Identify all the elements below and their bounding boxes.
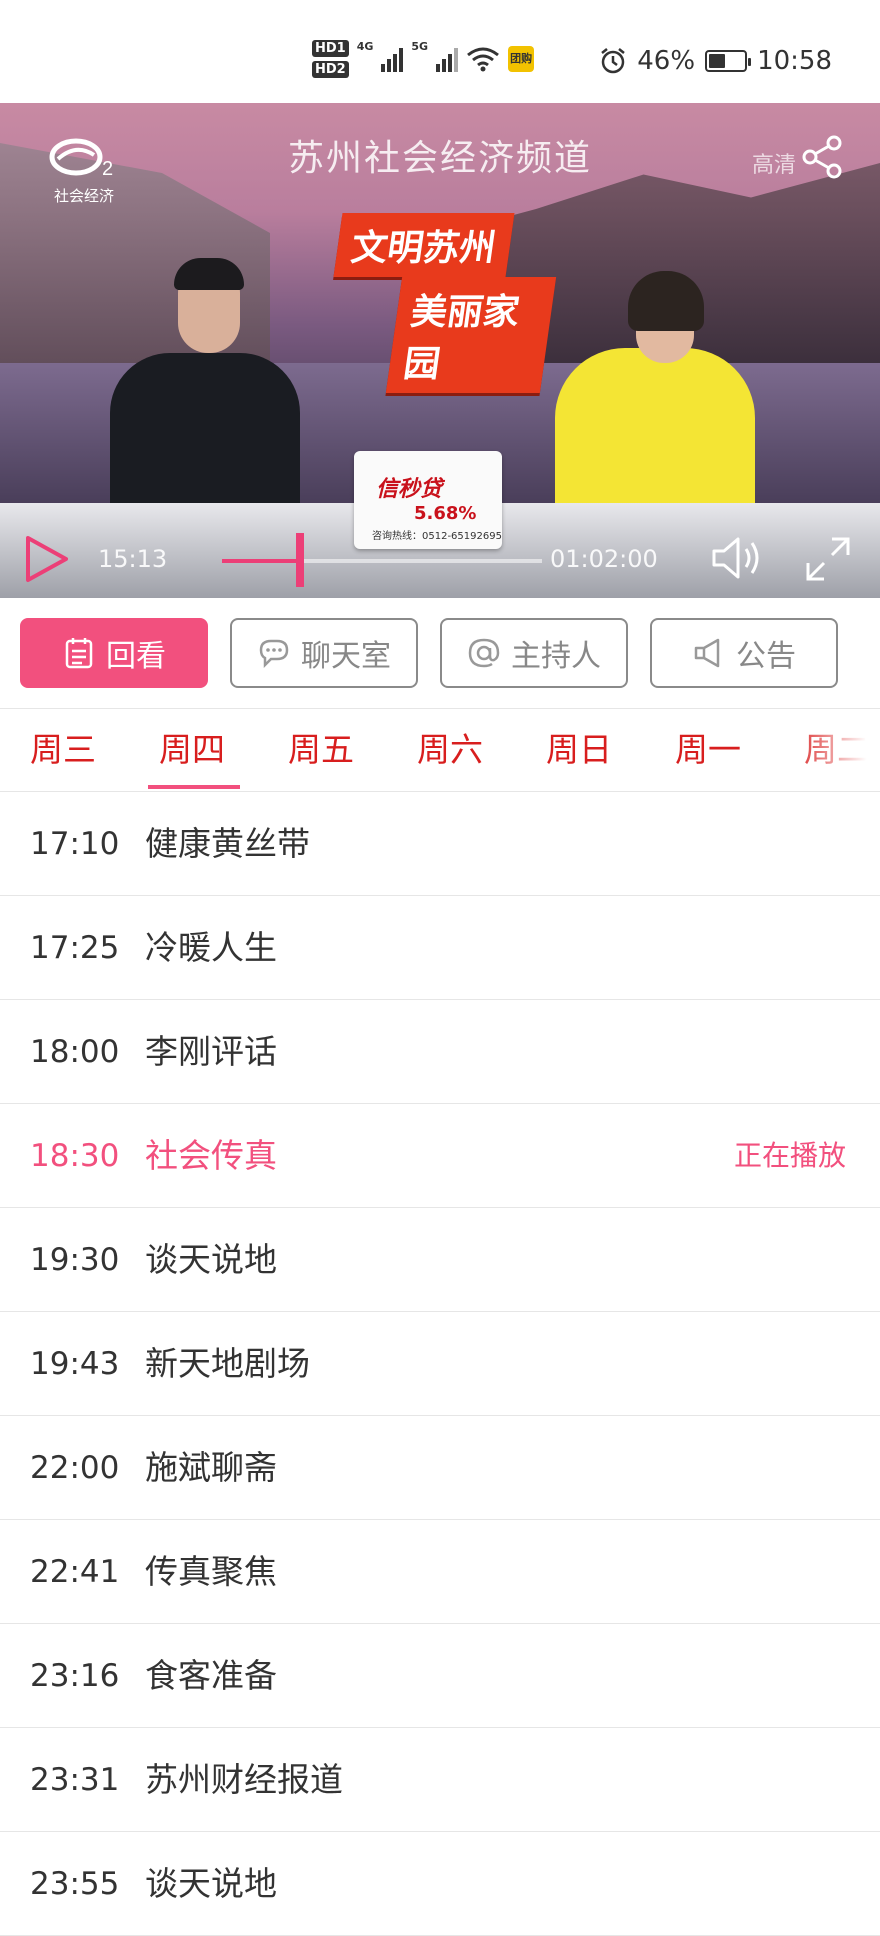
day-tab-mon[interactable]: 周一: [675, 709, 741, 791]
program-time: 22:00: [30, 1450, 120, 1486]
day-tabs-fade: [790, 709, 880, 791]
program-schedule: 17:10 健康黄丝带 17:25 冷暖人生 18:00 李刚评话 18:30 …: [0, 792, 880, 1936]
tab-chatroom[interactable]: 聊天室: [230, 618, 418, 688]
schedule-row[interactable]: 19:30 谈天说地: [0, 1208, 880, 1312]
quality-toggle[interactable]: 高清: [752, 147, 796, 179]
banner-line1: 文明苏州: [333, 213, 515, 277]
network-5g-label: 5G: [411, 40, 429, 53]
function-tabs: 回看 聊天室 主持人 公告: [0, 598, 880, 709]
signal-5g-icon: [436, 46, 459, 72]
current-time: 15:13: [98, 545, 168, 573]
hd-indicators: HD1 HD2: [312, 40, 349, 78]
megaphone-icon: [694, 638, 720, 668]
battery-icon: [705, 50, 752, 72]
tab-announcement[interactable]: 公告: [650, 618, 838, 688]
tab-playback-label: 回看: [106, 639, 166, 674]
program-time: 17:10: [30, 826, 120, 862]
volume-icon[interactable]: [708, 533, 764, 583]
progress-played: [222, 559, 301, 563]
signal-4g-icon: [381, 46, 404, 72]
play-icon[interactable]: [22, 533, 72, 585]
channel-title: 苏州社会经济频道: [287, 138, 592, 179]
battery-fill: [709, 54, 725, 68]
program-time: 19:30: [30, 1242, 120, 1278]
program-title: 健康黄丝带: [145, 824, 310, 863]
program-title: 谈天说地: [145, 1864, 277, 1903]
video-player[interactable]: 2 社会经济 苏州社会经济频道 高清 文明苏州 美丽家园 信秒贷 5.68% 咨…: [0, 103, 880, 598]
day-tab-sat[interactable]: 周六: [417, 709, 483, 791]
ad-rate: 5.68%: [414, 503, 477, 524]
at-icon: [468, 638, 500, 668]
program-time: 22:41: [30, 1554, 120, 1590]
program-time: 18:00: [30, 1034, 120, 1070]
program-title: 冷暖人生: [145, 928, 277, 967]
program-time: 18:30: [30, 1138, 120, 1174]
alarm-icon: [601, 48, 626, 74]
network-4g-label: 4G: [356, 40, 374, 53]
ad-title: 信秒贷: [376, 477, 443, 502]
program-title: 传真聚焦: [145, 1552, 277, 1591]
schedule-row[interactable]: 22:41 传真聚焦: [0, 1520, 880, 1624]
program-time: 19:43: [30, 1346, 120, 1382]
now-playing-label: 正在播放: [733, 1139, 846, 1172]
schedule-row-current[interactable]: 18:30 社会传真 正在播放: [0, 1104, 880, 1208]
day-tab-sun[interactable]: 周日: [546, 709, 612, 791]
status-bar: HD1 HD2 4G 5G 团购 46% 10:58: [0, 0, 880, 103]
program-time: 17:25: [30, 930, 120, 966]
schedule-row[interactable]: 17:10 健康黄丝带: [0, 792, 880, 896]
program-time: 23:16: [30, 1658, 120, 1694]
hd1-badge: HD1: [312, 40, 349, 57]
banner-line2: 美丽家园: [385, 277, 557, 393]
selected-day-indicator: [148, 785, 240, 789]
program-title: 苏州财经报道: [145, 1760, 343, 1799]
schedule-row[interactable]: 23:55 谈天说地: [0, 1832, 880, 1936]
schedule-row[interactable]: 19:43 新天地剧场: [0, 1312, 880, 1416]
day-tab-wed[interactable]: 周三: [30, 709, 96, 791]
program-title: 食客准备: [145, 1656, 277, 1695]
program-title: 施斌聊斋: [145, 1448, 277, 1487]
wifi-icon: [467, 47, 500, 72]
program-title: 李刚评话: [145, 1032, 277, 1071]
day-tabs: 周三 周四 周五 周六 周日 周一 周二: [0, 709, 880, 792]
schedule-row[interactable]: 22:00 施斌聊斋: [0, 1416, 880, 1520]
program-banner: 文明苏州 美丽家园: [333, 213, 557, 393]
progress-bar[interactable]: [222, 533, 542, 587]
tab-host[interactable]: 主持人: [440, 618, 628, 688]
day-tab-thu[interactable]: 周四: [159, 709, 225, 791]
program-time: 23:31: [30, 1762, 120, 1798]
hd2-badge: HD2: [312, 61, 349, 78]
schedule-row[interactable]: 23:31 苏州财经报道: [0, 1728, 880, 1832]
total-time: 01:02:00: [550, 545, 658, 573]
tab-announcement-label: 公告: [736, 639, 796, 674]
chat-icon: [259, 639, 289, 669]
schedule-row[interactable]: 18:00 李刚评话: [0, 1000, 880, 1104]
player-controls: 15:13 01:02:00: [0, 523, 880, 598]
schedule-row[interactable]: 23:16 食客准备: [0, 1624, 880, 1728]
clock: 10:58: [757, 46, 832, 76]
day-tab-fri[interactable]: 周五: [288, 709, 354, 791]
status-left-icons: HD1 HD2 4G 5G 团购: [312, 40, 535, 78]
tab-playback[interactable]: 回看: [20, 618, 208, 688]
program-title: 新天地剧场: [145, 1344, 310, 1383]
app-notification-icon: 团购: [508, 46, 535, 72]
program-title: 社会传真: [145, 1136, 277, 1175]
program-time: 23:55: [30, 1866, 120, 1902]
tab-chatroom-label: 聊天室: [301, 639, 391, 674]
tab-host-label: 主持人: [511, 639, 601, 674]
status-right: 46% 10:58: [599, 46, 832, 76]
channel-logo-text: 社会经济: [53, 187, 114, 205]
anchor-right-hair: [628, 271, 704, 331]
fullscreen-icon[interactable]: [802, 533, 854, 585]
schedule-row[interactable]: 17:25 冷暖人生: [0, 896, 880, 1000]
anchor-right: [555, 348, 755, 528]
anchor-left-hair: [174, 258, 244, 290]
playback-list-icon: [65, 638, 93, 669]
battery-percent: 46%: [637, 46, 696, 76]
progress-thumb[interactable]: [296, 533, 305, 587]
program-title: 谈天说地: [145, 1240, 277, 1279]
share-icon[interactable]: [800, 135, 844, 179]
